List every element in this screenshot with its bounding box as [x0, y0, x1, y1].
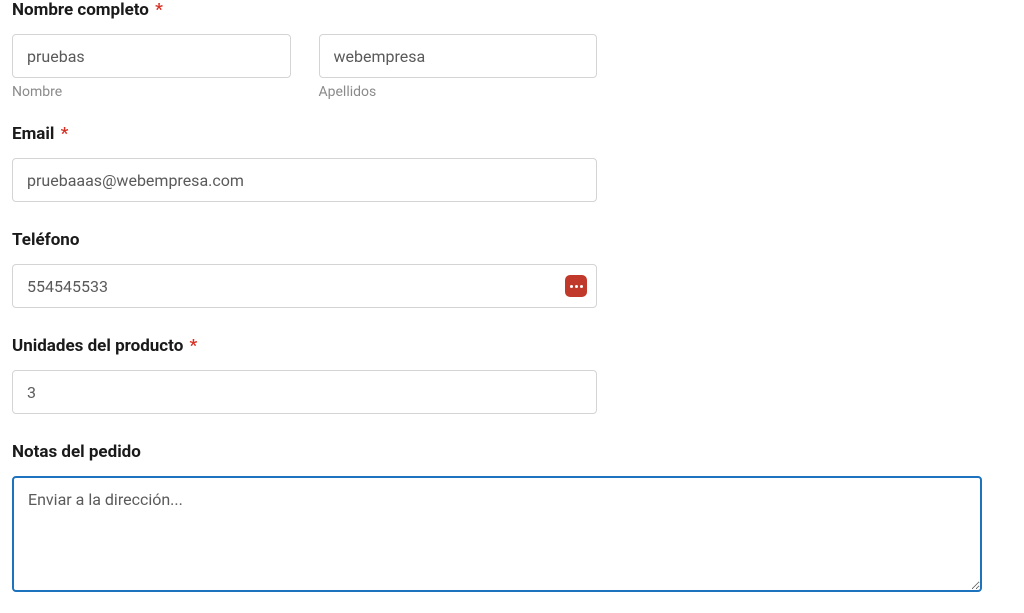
- notes-textarea[interactable]: [12, 476, 982, 592]
- label-fullname-text: Nombre completo: [12, 0, 149, 20]
- label-units: Unidades del producto *: [12, 336, 1012, 356]
- required-asterisk: *: [155, 0, 163, 20]
- label-units-text: Unidades del producto: [12, 336, 183, 356]
- lastname-input[interactable]: [319, 34, 598, 78]
- label-phone: Teléfono: [12, 230, 1012, 250]
- field-group-notes: Notas del pedido: [12, 442, 1012, 596]
- required-asterisk: *: [61, 124, 69, 144]
- firstname-input[interactable]: [12, 34, 291, 78]
- form-container: Nombre completo * Nombre Apellidos Email…: [12, 0, 1012, 596]
- lastname-sublabel: Apellidos: [319, 84, 598, 100]
- label-email-text: Email: [12, 124, 54, 144]
- lastpass-icon[interactable]: [565, 275, 587, 297]
- dots-icon: [570, 285, 583, 288]
- firstname-col: Nombre: [12, 34, 291, 100]
- name-row: Nombre Apellidos: [12, 34, 597, 100]
- field-group-units: Unidades del producto *: [12, 336, 1012, 414]
- lastname-col: Apellidos: [319, 34, 598, 100]
- label-fullname: Nombre completo *: [12, 0, 1012, 20]
- label-notes: Notas del pedido: [12, 442, 1012, 462]
- phone-wrapper: [12, 264, 597, 308]
- email-input[interactable]: [12, 158, 597, 202]
- units-input[interactable]: [12, 370, 597, 414]
- field-group-fullname: Nombre completo * Nombre Apellidos: [12, 0, 1012, 100]
- label-notes-text: Notas del pedido: [12, 442, 141, 462]
- field-group-phone: Teléfono: [12, 230, 1012, 308]
- field-group-email: Email *: [12, 124, 1012, 202]
- required-asterisk: *: [190, 336, 198, 356]
- phone-input[interactable]: [12, 264, 597, 308]
- label-email: Email *: [12, 124, 1012, 144]
- label-phone-text: Teléfono: [12, 230, 79, 250]
- firstname-sublabel: Nombre: [12, 84, 291, 100]
